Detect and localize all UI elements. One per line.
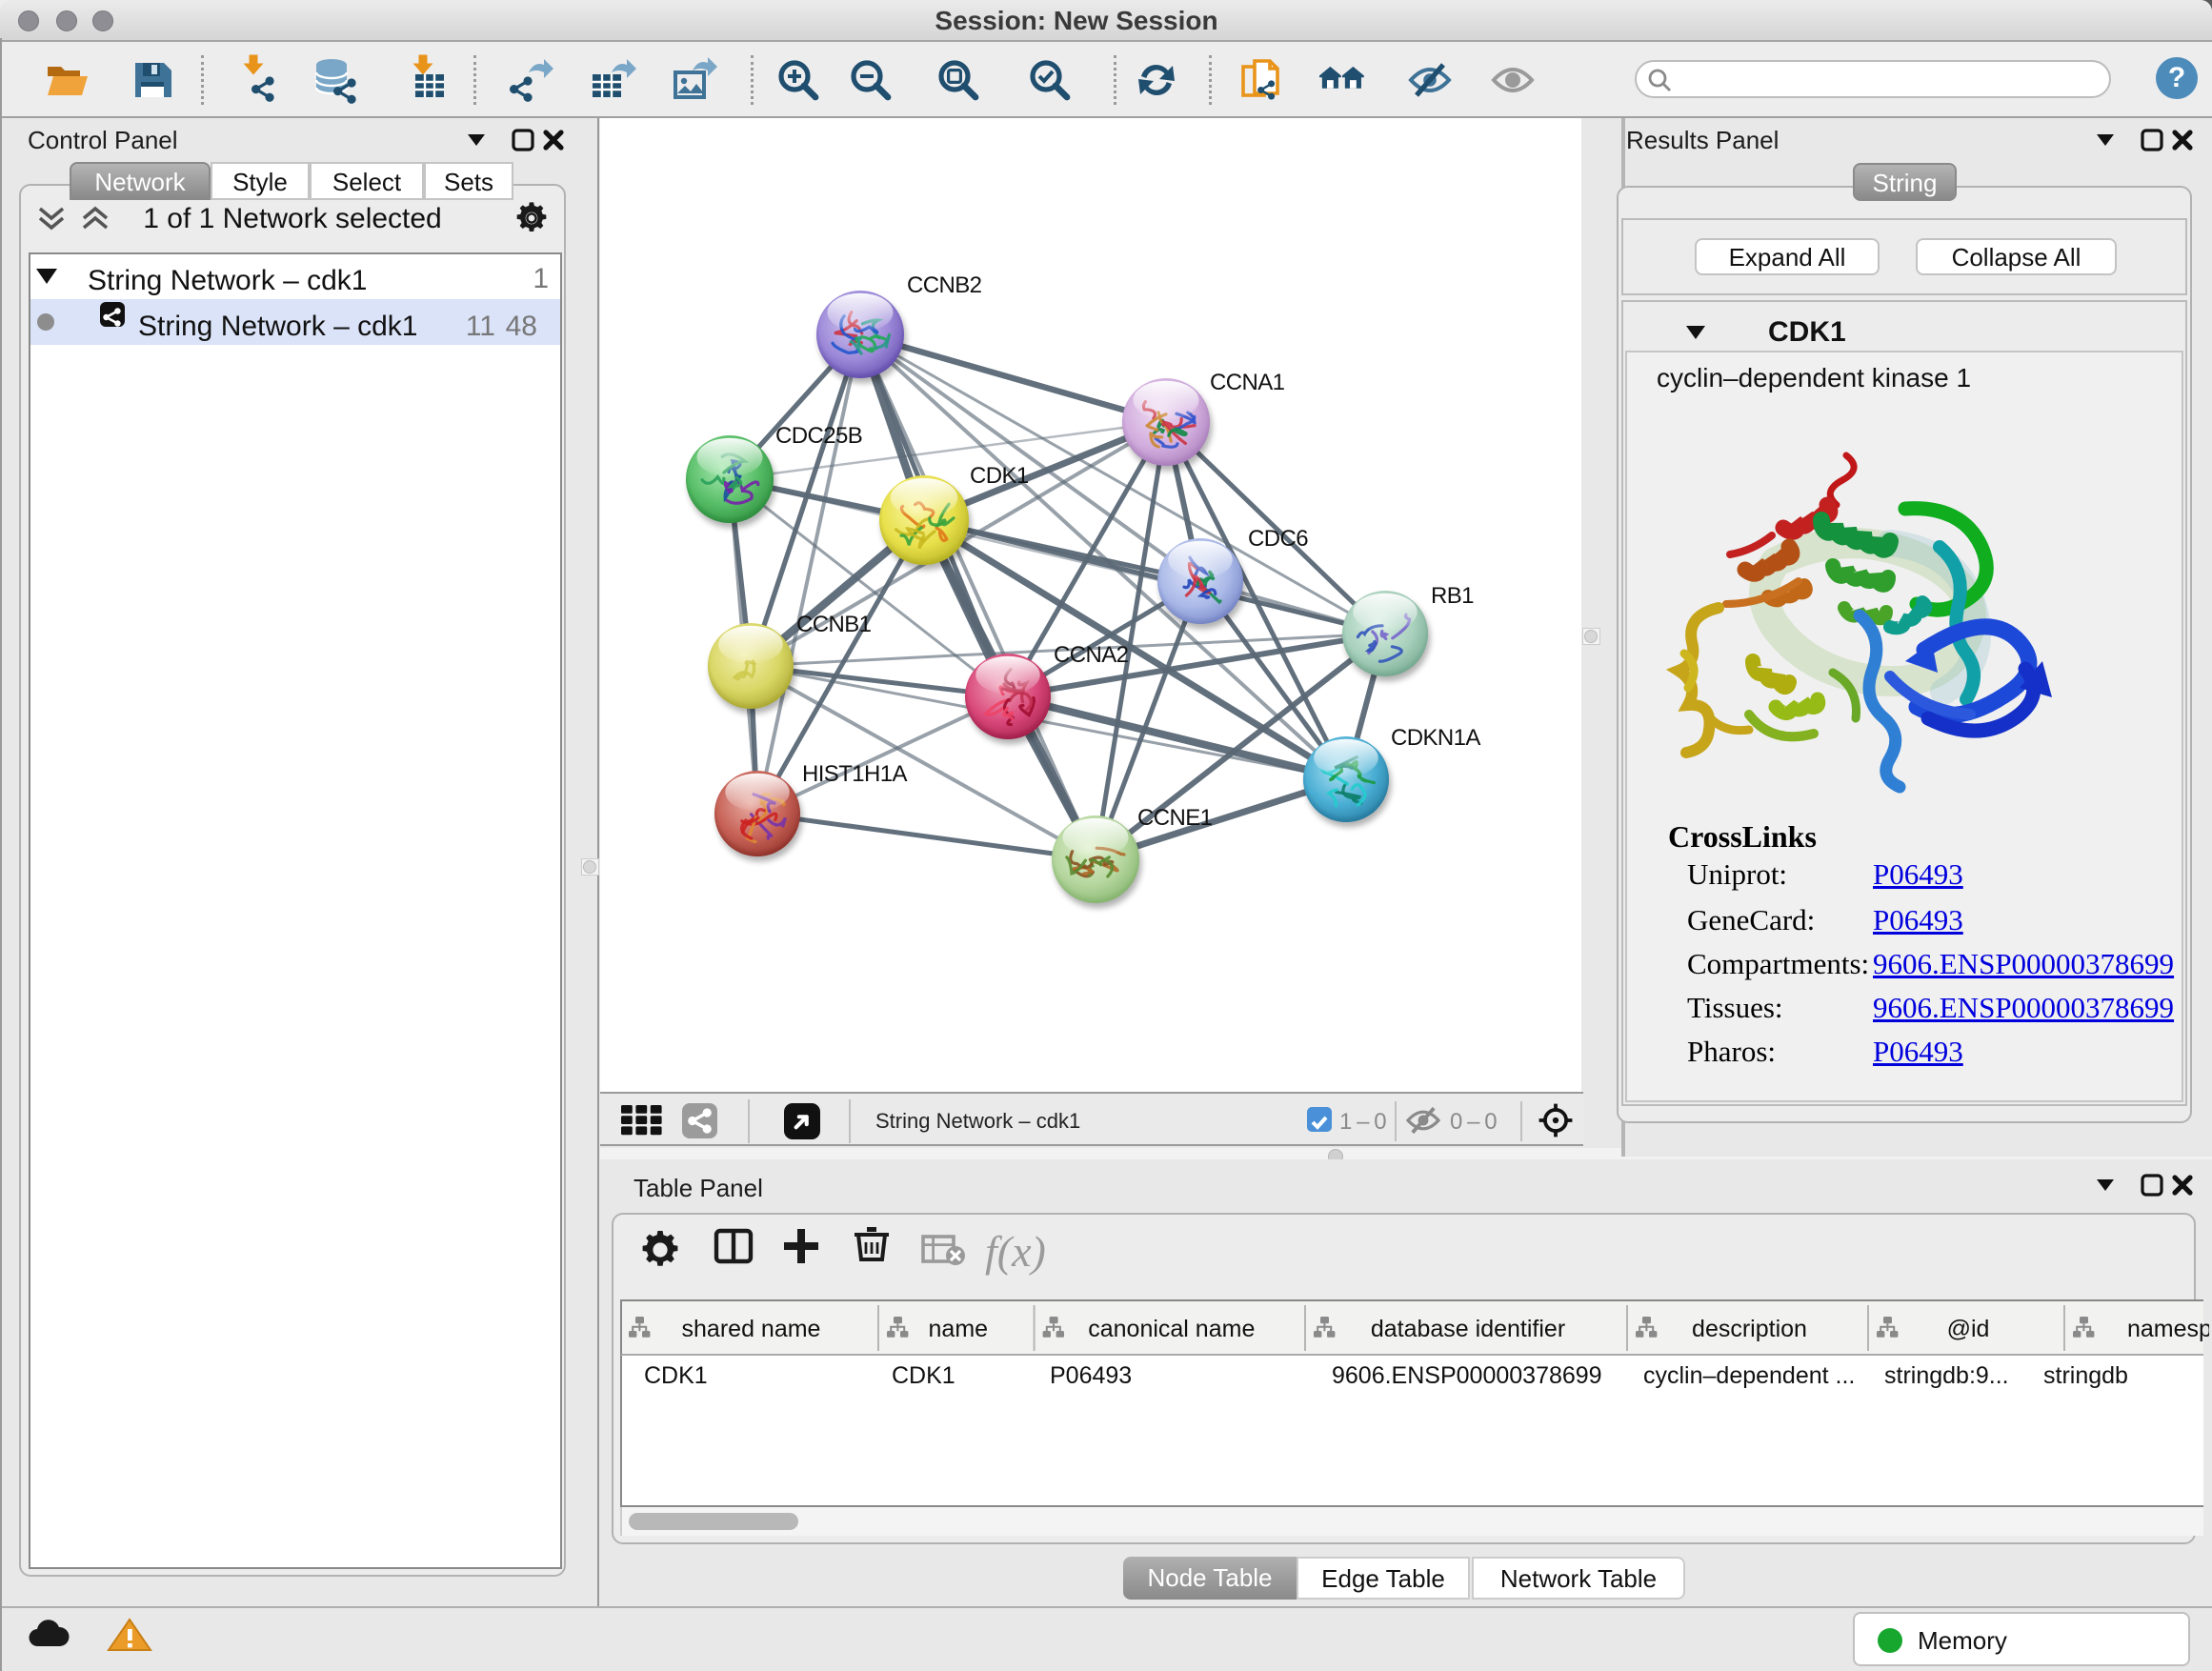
svg-text:CDC25B: CDC25B <box>775 423 862 449</box>
svg-text:canonical name: canonical name <box>1088 1316 1255 1342</box>
svg-text:RB1: RB1 <box>1431 583 1474 609</box>
svg-text:CCNB1: CCNB1 <box>796 612 872 637</box>
svg-text:description: description <box>1692 1316 1807 1342</box>
svg-text:database identifier: database identifier <box>1371 1316 1565 1342</box>
svg-text:CDKN1A: CDKN1A <box>1391 725 1480 751</box>
svg-text:namespace: namespace <box>2127 1316 2209 1342</box>
svg-text:f(x): f(x) <box>985 1227 1046 1276</box>
svg-text:CCNA1: CCNA1 <box>1210 370 1285 395</box>
svg-text:CDK1: CDK1 <box>970 463 1029 489</box>
svg-text:@id: @id <box>1947 1316 1990 1342</box>
svg-text:name: name <box>929 1316 989 1342</box>
svg-text:CCNA2: CCNA2 <box>1054 642 1129 668</box>
svg-text:CCNB2: CCNB2 <box>907 272 982 298</box>
svg-text:shared name: shared name <box>682 1316 821 1342</box>
svg-text:HIST1H1A: HIST1H1A <box>802 761 907 787</box>
svg-text:CDC6: CDC6 <box>1248 526 1308 552</box>
svg-text:CCNE1: CCNE1 <box>1137 805 1213 831</box>
